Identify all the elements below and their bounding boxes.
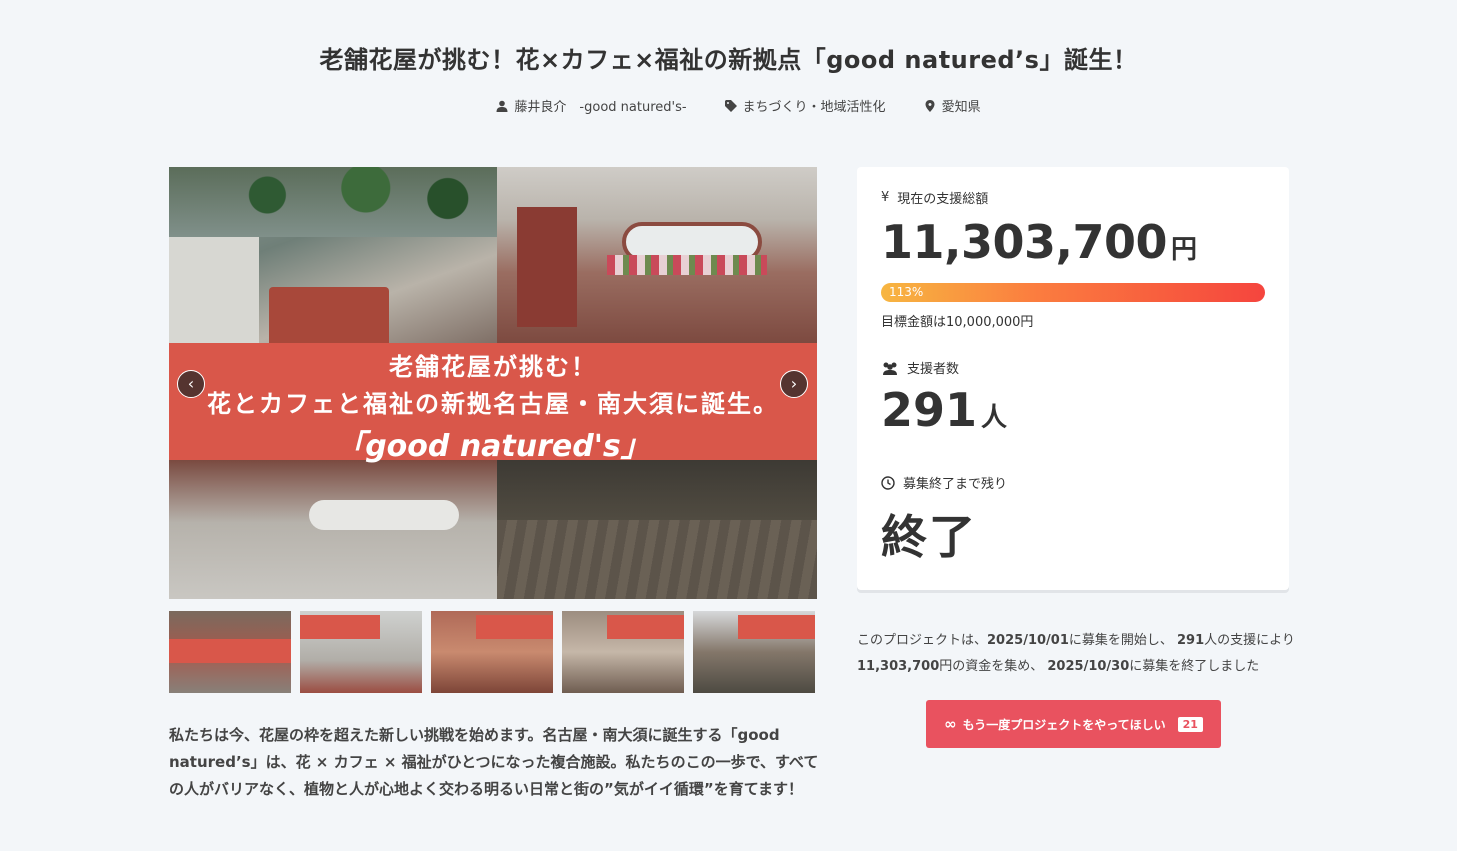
backers-label-row: 支援者数 xyxy=(881,358,959,377)
thumbnail-1[interactable] xyxy=(169,611,291,693)
project-owner[interactable]: 藤井良介 -good natured's- xyxy=(476,96,687,115)
remaining-label-row: 募集終了まで残り xyxy=(881,473,1007,492)
thumbnail-4[interactable] xyxy=(562,611,684,693)
project-meta: 藤井良介 -good natured's- まちづくり・地域活性化 愛知県 xyxy=(0,96,1457,115)
thumbnail-strip xyxy=(169,611,817,693)
progress-label: 113% xyxy=(889,285,924,299)
carousel-next-button[interactable]: › xyxy=(780,370,808,398)
total-amount-value: 11,303,700 xyxy=(881,215,1168,269)
users-icon xyxy=(883,362,897,375)
thumbnail-2[interactable] xyxy=(300,611,422,693)
progress-bar: 113% xyxy=(881,283,1265,302)
chevron-right-icon: › xyxy=(790,374,798,393)
location-label: 愛知県 xyxy=(941,100,981,115)
remaining-label: 募集終了まで残り xyxy=(903,477,1008,492)
request-again-button[interactable]: ∞ もう一度プロジェクトをやってほしい 21 xyxy=(926,700,1221,748)
summary-start-date: 2025/10/01 xyxy=(987,633,1069,648)
hero-carousel[interactable]: 老舗花屋が挑む！ 花とカフェと福祉の新拠名古屋・南大須に誕生。 「good na… xyxy=(169,167,817,599)
page-title: 老舗花屋が挑む！花×カフェ×福祉の新拠点「good natured’s」誕生！ xyxy=(319,46,1138,74)
backers-count: 291 人 xyxy=(881,383,1007,437)
hero-photo-flower-shop xyxy=(497,167,817,343)
backers-count-value: 291 xyxy=(881,383,978,437)
remaining-value: 終了 xyxy=(881,510,977,564)
summary-text: に募集を終了しました xyxy=(1129,659,1260,674)
yen-icon: ¥ xyxy=(881,190,890,205)
hero-photo-meeting-room xyxy=(169,460,497,599)
project-description: 私たちは今、花屋の枠を超えた新しい挑戦を始めます。名古屋・南大須に誕生する「go… xyxy=(169,726,819,798)
request-again-label: もう一度プロジェクトをやってほしい xyxy=(962,717,1166,732)
summary-text: に募集を開始し、 xyxy=(1068,633,1178,648)
total-amount: 11,303,700 円 xyxy=(881,215,1197,269)
banner-line-1: 老舗花屋が挑む！ xyxy=(389,353,597,381)
summary-amount: 11,303,700 xyxy=(857,659,940,674)
hero-photo-exterior xyxy=(169,167,497,343)
summary-end-date: 2025/10/30 xyxy=(1047,659,1130,674)
owner-name: 藤井良介 -good natured's- xyxy=(514,100,687,115)
tag-icon xyxy=(724,99,737,112)
hero-banner: 老舗花屋が挑む！ 花とカフェと福祉の新拠名古屋・南大須に誕生。 「good na… xyxy=(169,343,817,464)
summary-backers: 291 xyxy=(1177,633,1205,648)
backers-unit: 人 xyxy=(981,403,1008,433)
banner-line-3: 「good natured's」 xyxy=(335,429,651,464)
summary-text: 人の支援により xyxy=(1204,633,1295,648)
banner-line-2: 花とカフェと福祉の新拠名古屋・南大須に誕生。 xyxy=(207,390,779,418)
goal-amount: 目標金額は10,000,000円 xyxy=(881,315,1034,330)
request-again-count: 21 xyxy=(1177,716,1203,732)
total-label-row: ¥ 現在の支援総額 xyxy=(881,188,988,207)
summary-text: 円の資金を集め、 xyxy=(939,659,1048,674)
summary-text: このプロジェクトは、 xyxy=(857,633,988,648)
thumbnail-5[interactable] xyxy=(693,611,815,693)
carousel-prev-button[interactable]: ‹ xyxy=(177,370,205,398)
clock-icon xyxy=(881,475,895,490)
funding-stats-card: ¥ 現在の支援総額 11,303,700 円 113% 目標金額は10,000,0… xyxy=(857,167,1289,590)
chevron-left-icon: ‹ xyxy=(187,374,195,393)
total-label: 現在の支援総額 xyxy=(897,192,989,207)
project-category[interactable]: まちづくり・地域活性化 xyxy=(724,96,886,115)
project-summary: このプロジェクトは、2025/10/01に募集を開始し、 291人の支援により … xyxy=(857,628,1297,680)
location-pin-icon xyxy=(925,99,935,112)
total-amount-unit: 円 xyxy=(1171,235,1197,265)
thumbnail-3[interactable] xyxy=(431,611,553,693)
user-icon xyxy=(496,100,508,112)
project-location[interactable]: 愛知県 xyxy=(924,96,981,115)
category-label: まちづくり・地域活性化 xyxy=(742,100,886,115)
hero-photo-terrace xyxy=(497,460,817,599)
infinity-icon: ∞ xyxy=(944,715,957,733)
backers-label: 支援者数 xyxy=(907,362,960,377)
